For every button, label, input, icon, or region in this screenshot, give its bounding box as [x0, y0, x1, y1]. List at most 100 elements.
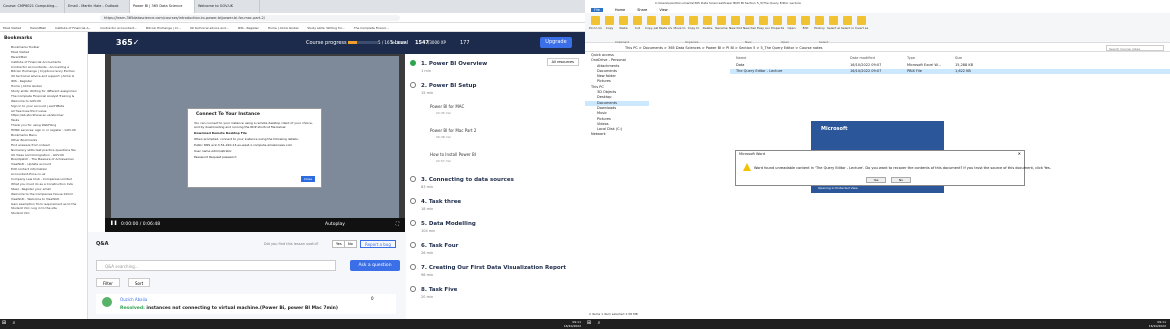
bookmark-link[interactable]: Contractor Accountant...	[100, 26, 137, 30]
upgrade-button[interactable]: Upgrade	[540, 37, 572, 48]
menu-file[interactable]: File	[591, 8, 603, 12]
ribbon-button[interactable]: Select none	[841, 16, 854, 30]
no-button[interactable]: No	[891, 177, 911, 183]
ribbon-button[interactable]: Edit	[799, 16, 812, 30]
yes-button[interactable]: Yes	[866, 177, 886, 183]
browser-tab[interactable]: Welcome to GOV.UK	[195, 0, 260, 13]
bookmark-link[interactable]: The Complete Financi...	[354, 26, 389, 30]
curriculum-section[interactable]: 3. Connecting to data sources	[410, 176, 514, 183]
video-player[interactable]: Connect To Your Instance You can connect…	[105, 54, 405, 232]
column-header-size[interactable]: Size	[955, 56, 962, 60]
close-icon[interactable]: ✕	[1018, 151, 1021, 156]
ribbon-button[interactable]: Select all	[827, 16, 840, 30]
ribbon-button[interactable]: Easy access	[757, 16, 770, 30]
curriculum-section[interactable]: 4. Task three	[410, 198, 461, 205]
windows-start-icon[interactable]: ⊞	[585, 319, 593, 329]
lesson-item[interactable]: Power BI for Mac Part 2	[430, 128, 476, 133]
video-frame: Connect To Your Instance You can connect…	[111, 56, 399, 218]
column-header-date[interactable]: Date modified	[850, 56, 875, 60]
clock[interactable]: 09:11 16/10/2022	[564, 320, 581, 328]
column-header-type[interactable]: Type	[907, 56, 915, 60]
ribbon-button[interactable]: Move to	[673, 16, 686, 30]
circle-icon	[410, 198, 416, 204]
browser-tab-active[interactable]: Power BI | 365 Data Science	[130, 0, 195, 13]
curriculum-section[interactable]: 6. Task Four	[410, 242, 458, 249]
bookmark-link[interactable]: ParentMail	[30, 26, 46, 30]
nav-item[interactable]: Network	[585, 132, 649, 137]
lesson-item[interactable]: How to Install Power BI	[430, 152, 476, 157]
pause-icon[interactable]: ❚❚	[110, 221, 118, 226]
search-icon[interactable]: ⌕	[595, 319, 603, 329]
bookmark-link[interactable]: UK technical advice and...	[190, 26, 229, 30]
ribbon-icon	[815, 16, 824, 25]
file-name: Data	[736, 63, 745, 67]
dialog-close-button: Close	[301, 176, 315, 182]
ribbon-button[interactable]: Properties	[771, 16, 784, 30]
breadcrumb-path[interactable]: This PC > Documents > 365 Data Sciences …	[625, 46, 822, 50]
circle-icon	[410, 220, 416, 226]
menu-share[interactable]: Share	[637, 8, 647, 12]
browser-tab[interactable]: Email - Martin Hale - Outlook	[65, 0, 130, 13]
sort-button[interactable]: Sort	[128, 278, 151, 287]
ribbon-button[interactable]: Rename	[715, 16, 728, 30]
ribbon-button[interactable]: Pin to Quick access	[589, 16, 602, 30]
ribbon-button-label: Cut	[634, 26, 641, 30]
question-title[interactable]: Resolved: instances not connecting to vi…	[120, 306, 338, 311]
bookmark-link[interactable]: Study skills: Writing for...	[307, 26, 344, 30]
question-user[interactable]: Ouzich Abaiia	[120, 297, 147, 302]
qa-search-input[interactable]: Q&A searching...	[96, 260, 336, 271]
bookmark-link[interactable]: IRIS - Register	[238, 26, 259, 30]
search-icon[interactable]: ⌕	[10, 319, 18, 329]
column-header-name[interactable]: Name	[736, 56, 746, 60]
menu-view[interactable]: View	[659, 8, 667, 12]
ribbon-button[interactable]: Open	[785, 16, 798, 30]
ribbon-button[interactable]: New folder	[729, 16, 742, 30]
curriculum-section[interactable]: 2. Power BI Setup	[410, 82, 476, 89]
circle-icon	[410, 242, 416, 248]
filter-button[interactable]: Filter	[96, 278, 120, 287]
bookmark-link[interactable]: Bitcoin Exchange | Cr...	[146, 26, 181, 30]
question-card[interactable]: Ouzich Abaiia Resolved: instances not co…	[96, 294, 396, 314]
file-row-selected[interactable]: The Query Editor - Lecture 16/10/2022 09…	[730, 69, 1170, 74]
sidebar-bookmark[interactable]: Student VLC	[0, 211, 87, 216]
explorer-search-input[interactable]: Search Course notes	[1106, 45, 1164, 51]
bookmarks-sidebar: Bookmarks Bookmarks Toolbar Most Visited P…	[0, 32, 88, 319]
ribbon-button-label: Easy access	[757, 26, 770, 30]
bookmark-link[interactable]: Most Visited	[3, 26, 21, 30]
no-button[interactable]: No	[344, 240, 357, 248]
ribbon-button[interactable]: Paste shortcut	[659, 16, 672, 30]
curriculum-section[interactable]: 8. Task Five	[410, 286, 457, 293]
notification-count[interactable]: 177	[460, 40, 470, 46]
fullscreen-icon[interactable]: ⛶	[396, 221, 399, 227]
windows-start-icon[interactable]: ⊞	[0, 319, 8, 329]
breadcrumb: This PC > Documents > 365 Data Sciences …	[585, 44, 1170, 52]
ribbon-button[interactable]: Copy	[603, 16, 616, 30]
ribbon-button[interactable]: Invert selection	[855, 16, 868, 30]
clock[interactable]: 09:11 16/10/2022	[1149, 320, 1166, 328]
file-row[interactable]: Data 16/10/2022 09:07 Microsoft Excel W.…	[730, 63, 1170, 68]
bookmark-link[interactable]: Home | ACCA Global	[268, 26, 299, 30]
lesson-item[interactable]: Power BI for MAC	[430, 104, 464, 109]
curriculum-section[interactable]: 7. Creating Our First Data Visualization…	[410, 264, 566, 271]
logo[interactable]: 365✓	[116, 38, 139, 47]
all-resources-button[interactable]: All resources	[546, 58, 579, 66]
url-field[interactable]: https://learn.365datascience.com/courses…	[100, 15, 400, 21]
ask-question-button[interactable]: Ask a question	[350, 260, 400, 271]
bookmark-link[interactable]: Institute of Financial A...	[55, 26, 91, 30]
ribbon-button[interactable]: New item	[743, 16, 756, 30]
ribbon-button[interactable]: Delete	[701, 16, 714, 30]
ribbon-icon	[717, 16, 726, 25]
section-duration: 26 min	[421, 251, 434, 255]
ribbon-button[interactable]: Copy to	[687, 16, 700, 30]
curriculum-section[interactable]: 5. Data Modelling	[410, 220, 476, 227]
autoplay-label[interactable]: Autoplay	[325, 222, 345, 227]
section-title: 6. Task Four	[421, 243, 459, 249]
report-bug-button[interactable]: Report a bug	[360, 240, 396, 248]
menu-home[interactable]: Home	[615, 8, 625, 12]
browser-tab[interactable]: Course: CMP6021 Computing...	[0, 0, 65, 13]
ribbon-button[interactable]: Cut	[631, 16, 644, 30]
ribbon-button[interactable]: History	[813, 16, 826, 30]
ribbon-button[interactable]: Paste	[617, 16, 630, 30]
curriculum-section[interactable]: 1. Power BI Overview	[410, 60, 487, 67]
ribbon-button[interactable]: Copy path	[645, 16, 658, 30]
